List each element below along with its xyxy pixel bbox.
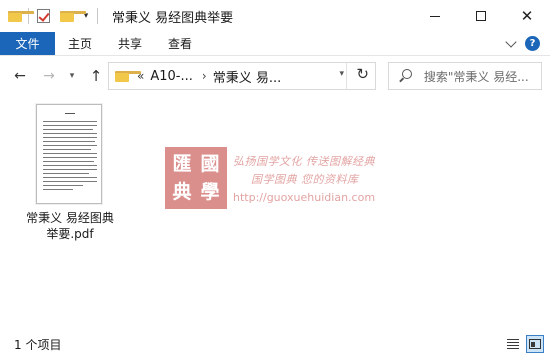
large-icons-view-button[interactable]	[526, 335, 544, 353]
help-icon[interactable]: ?	[525, 36, 540, 51]
minimize-button[interactable]	[412, 0, 458, 32]
window-controls: ✕	[412, 0, 550, 32]
watermark: 匯 國 典 學 弘扬国学文化 传送图解经典 国学图典 您的资料库 http://…	[165, 147, 395, 209]
tab-view[interactable]: 查看	[155, 32, 205, 55]
minimize-icon	[430, 15, 440, 17]
toolbar-divider	[97, 8, 98, 24]
file-list[interactable]: 常秉义 易经图典 举要.pdf 匯 國 典 學 弘扬国学文化 传送图解经典 国学…	[0, 98, 550, 332]
recent-locations-button[interactable]: ▾	[62, 66, 82, 86]
breadcrumb-item[interactable]: 常秉义 易...	[213, 67, 282, 86]
watermark-slogan: 弘扬国学文化 传送图解经典	[233, 155, 375, 168]
seal-char: 典	[172, 180, 192, 203]
maximize-button[interactable]	[458, 0, 504, 32]
maximize-icon	[476, 11, 486, 21]
breadcrumb-separator[interactable]: ›	[202, 69, 207, 83]
navigation-bar: ← → ▾ ↑ « A10-... › 常秉义 易... ▾ ↻ 搜索"常秉义 …	[0, 56, 550, 98]
seal-char: 匯	[172, 152, 192, 175]
refresh-button[interactable]: ↻	[356, 65, 369, 83]
address-divider	[346, 63, 347, 89]
tab-share[interactable]: 共享	[105, 32, 155, 55]
chevron-down-icon[interactable]	[505, 36, 517, 48]
search-box[interactable]: 搜索"常秉义 易经...	[388, 62, 542, 90]
large-icons-view-icon	[529, 339, 541, 349]
new-folder-icon[interactable]	[60, 10, 86, 22]
window-title: 常秉义 易经图典举要	[112, 10, 234, 26]
file-name-line: 常秉义 易经图典	[26, 211, 114, 225]
tab-home[interactable]: 主页	[55, 32, 105, 55]
quick-access-toolbar: ▾	[0, 0, 104, 32]
forward-button[interactable]: →	[39, 66, 59, 86]
ribbon-controls: ?	[505, 36, 540, 51]
file-name-line: 举要.pdf	[46, 227, 94, 241]
details-view-button[interactable]	[504, 335, 522, 353]
seal-char: 國	[200, 152, 220, 175]
close-button[interactable]: ✕	[504, 0, 550, 32]
folder-icon	[8, 10, 34, 22]
back-button[interactable]: ←	[10, 66, 30, 86]
file-item[interactable]: 常秉义 易经图典 举要.pdf	[20, 104, 120, 244]
up-button[interactable]: ↑	[86, 66, 106, 86]
seal-char: 學	[200, 180, 220, 203]
address-bar[interactable]: « A10-... › 常秉义 易... ▾ ↻	[108, 62, 376, 90]
file-name[interactable]: 常秉义 易经图典 举要.pdf	[20, 210, 120, 242]
properties-icon[interactable]	[37, 9, 50, 23]
view-switcher	[504, 335, 544, 353]
watermark-url: http://guoxuehuidian.com	[233, 191, 376, 204]
watermark-seal: 匯 國 典 學	[165, 147, 227, 209]
search-input[interactable]: 搜索"常秉义 易经...	[424, 68, 541, 85]
close-icon: ✕	[520, 6, 534, 25]
details-view-icon	[507, 339, 519, 349]
breadcrumb-item[interactable]: A10-...	[150, 69, 193, 84]
ribbon-tabs: 文件 主页 共享 查看 ?	[0, 32, 550, 56]
item-count: 1 个项目	[14, 337, 62, 352]
title-bar: ▾ 常秉义 易经图典举要 ✕	[0, 0, 550, 32]
folder-icon	[115, 70, 141, 82]
pdf-thumbnail	[36, 104, 102, 204]
status-bar: 1 个项目	[0, 332, 550, 356]
tab-file[interactable]: 文件	[0, 32, 55, 55]
address-dropdown-icon[interactable]: ▾	[339, 69, 344, 79]
search-icon	[399, 69, 413, 83]
watermark-tagline: 国学图典 您的资料库	[251, 173, 359, 186]
